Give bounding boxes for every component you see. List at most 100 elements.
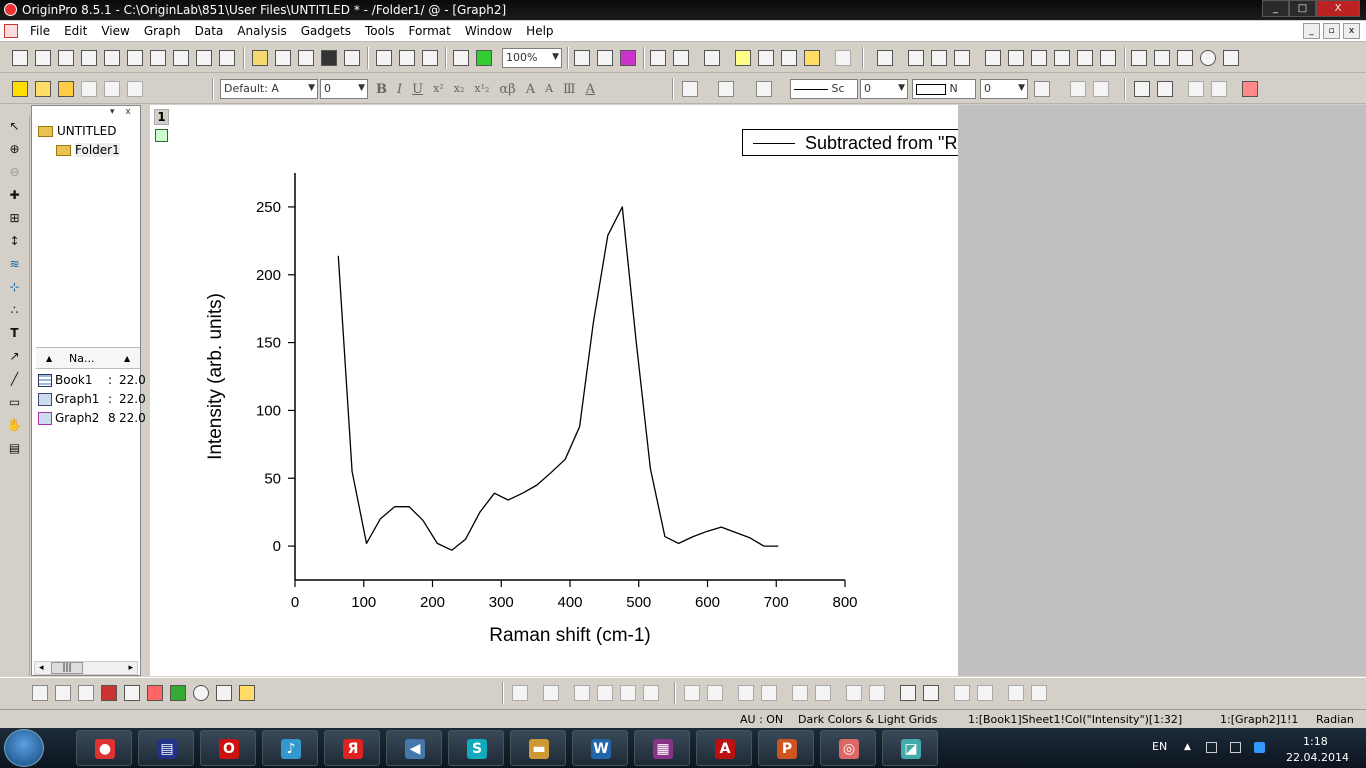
taskbar-app-powerpoint[interactable]: P (758, 730, 814, 766)
import-multiple-icon[interactable] (399, 50, 415, 66)
template-library-icon[interactable] (239, 685, 255, 701)
results-log-icon[interactable] (673, 50, 689, 66)
add-layer-icon[interactable] (835, 50, 851, 66)
sort-icon[interactable]: ▲ (124, 354, 130, 363)
clock-icon[interactable] (1200, 50, 1216, 66)
supersubscript-button[interactable]: x¹₂ (474, 82, 489, 97)
scroll-thumb[interactable]: ||| (51, 662, 83, 674)
menu-format[interactable]: Format (409, 24, 451, 38)
project-explorer-icon[interactable] (704, 50, 720, 66)
column-name-header[interactable]: Na... (69, 352, 94, 365)
layer-top-icon[interactable] (954, 50, 970, 66)
maximize-button[interactable]: □ (1289, 0, 1316, 17)
fill-color-icon[interactable] (682, 81, 698, 97)
print-icon[interactable] (574, 50, 590, 66)
color-map-icon[interactable] (1242, 81, 1258, 97)
new-notes-icon[interactable] (196, 50, 212, 66)
rescale-icon[interactable] (877, 50, 893, 66)
axis-bottom-icon[interactable] (1008, 50, 1024, 66)
region-tool[interactable]: ⊹ (6, 279, 23, 296)
align-button[interactable]: Ⅲ (563, 82, 576, 97)
area-plot-icon[interactable] (170, 685, 186, 701)
line-plot-icon[interactable] (32, 685, 48, 701)
taskbar-app-music[interactable]: ♪ (262, 730, 318, 766)
save-template-icon[interactable] (344, 50, 360, 66)
taskbar-app-opera[interactable]: O (200, 730, 256, 766)
decrease-font-button[interactable]: A (545, 82, 553, 97)
bold-button[interactable]: B (376, 82, 387, 97)
text-tool[interactable]: T (6, 325, 23, 342)
list-item[interactable]: Book1:22.0 (38, 371, 146, 390)
font-color-button[interactable]: A (586, 82, 595, 97)
axis-box-icon[interactable] (1054, 50, 1070, 66)
menu-analysis[interactable]: Analysis (237, 24, 286, 38)
new-function-icon[interactable] (150, 50, 166, 66)
folder-up-icon[interactable] (58, 81, 74, 97)
dropbox-icon[interactable] (1254, 742, 1265, 753)
new-workbook-icon[interactable] (58, 50, 74, 66)
new-graph-icon[interactable] (104, 50, 120, 66)
menu-data[interactable]: Data (195, 24, 224, 38)
column-plot-icon[interactable] (101, 685, 117, 701)
messages-log-icon[interactable] (758, 50, 774, 66)
zoom-in-tool[interactable]: ⊕ (6, 141, 23, 158)
taskbar-app-yandex[interactable]: Я (324, 730, 380, 766)
layer-tool[interactable]: ▤ (6, 440, 23, 457)
back-layer-icon[interactable] (923, 685, 939, 701)
line-width-combo[interactable]: 0 ▼ (860, 79, 908, 99)
move-down-icon[interactable] (1211, 81, 1227, 97)
clock-time[interactable]: 1:18 (1303, 735, 1328, 748)
app-icon[interactable] (4, 3, 17, 16)
greek-button[interactable]: αβ (499, 82, 515, 97)
copy-page-icon[interactable] (620, 50, 636, 66)
scatter-plot-icon[interactable] (55, 685, 71, 701)
pan-tool[interactable]: ✋ (6, 417, 23, 434)
line-tool[interactable]: ╱ (6, 371, 23, 388)
open-folder-icon[interactable] (252, 50, 268, 66)
italic-button[interactable]: I (397, 82, 402, 97)
screen-reader-tool[interactable]: ✚ (6, 187, 23, 204)
fill-width-combo[interactable]: 0 ▼ (980, 79, 1028, 99)
import-wizard-icon[interactable] (422, 50, 438, 66)
new-project-icon[interactable] (12, 50, 28, 66)
move-up-icon[interactable] (1188, 81, 1204, 97)
taskbar-app-explorer[interactable]: ▬ (510, 730, 566, 766)
minimize-button[interactable]: _ (1262, 0, 1289, 17)
list-item[interactable]: Graph2 8 22.0 (38, 409, 146, 428)
language-indicator[interactable]: EN (1152, 740, 1167, 753)
scale-tool[interactable]: ≋ (6, 256, 23, 273)
recalculate-icon[interactable] (476, 50, 492, 66)
line-style-combo[interactable]: Sc (790, 79, 858, 99)
menu-gadgets[interactable]: Gadgets (301, 24, 351, 38)
new-folder-icon[interactable] (35, 50, 51, 66)
import-ascii-icon[interactable] (376, 50, 392, 66)
script-window-icon[interactable] (781, 50, 797, 66)
taskbar-app-skype[interactable]: S (448, 730, 504, 766)
fill-combo[interactable]: N (912, 79, 976, 99)
increase-font-button[interactable]: A (526, 82, 535, 97)
sort-icon[interactable]: ▲ (46, 354, 52, 363)
network-icon[interactable] (1206, 742, 1217, 753)
explorer-hscroll[interactable]: ◂ ||| ▸ (34, 661, 138, 675)
rectangle-tool[interactable]: ▭ (6, 394, 23, 411)
command-window-icon[interactable] (735, 50, 751, 66)
new-excel-icon[interactable] (81, 50, 97, 66)
hatch-icon[interactable] (1034, 81, 1050, 97)
new-layout-icon[interactable] (173, 50, 189, 66)
tree-item-folder1[interactable]: Folder1 (38, 141, 120, 160)
list-item[interactable]: Graph1:22.0 (38, 390, 146, 409)
graph-window-icon[interactable] (4, 24, 18, 38)
new-matrix-icon[interactable] (127, 50, 143, 66)
polar-plot-icon[interactable] (193, 685, 209, 701)
scroll-left-icon[interactable]: ◂ (39, 663, 44, 673)
data-selector-tool[interactable]: ⊞ (6, 210, 23, 227)
stock-plot-icon[interactable] (216, 685, 232, 701)
zoom-out-tool[interactable]: ⊖ (6, 164, 23, 181)
taskbar-app-origin[interactable]: ◎ (820, 730, 876, 766)
refresh-icon[interactable] (597, 50, 613, 66)
layer-left-icon[interactable] (908, 50, 924, 66)
taskbar-app-winrar[interactable]: ▦ (634, 730, 690, 766)
scroll-right-icon[interactable]: ▸ (128, 663, 133, 673)
mask-icon[interactable] (1134, 81, 1150, 97)
arrange-cols-icon[interactable] (1154, 50, 1170, 66)
